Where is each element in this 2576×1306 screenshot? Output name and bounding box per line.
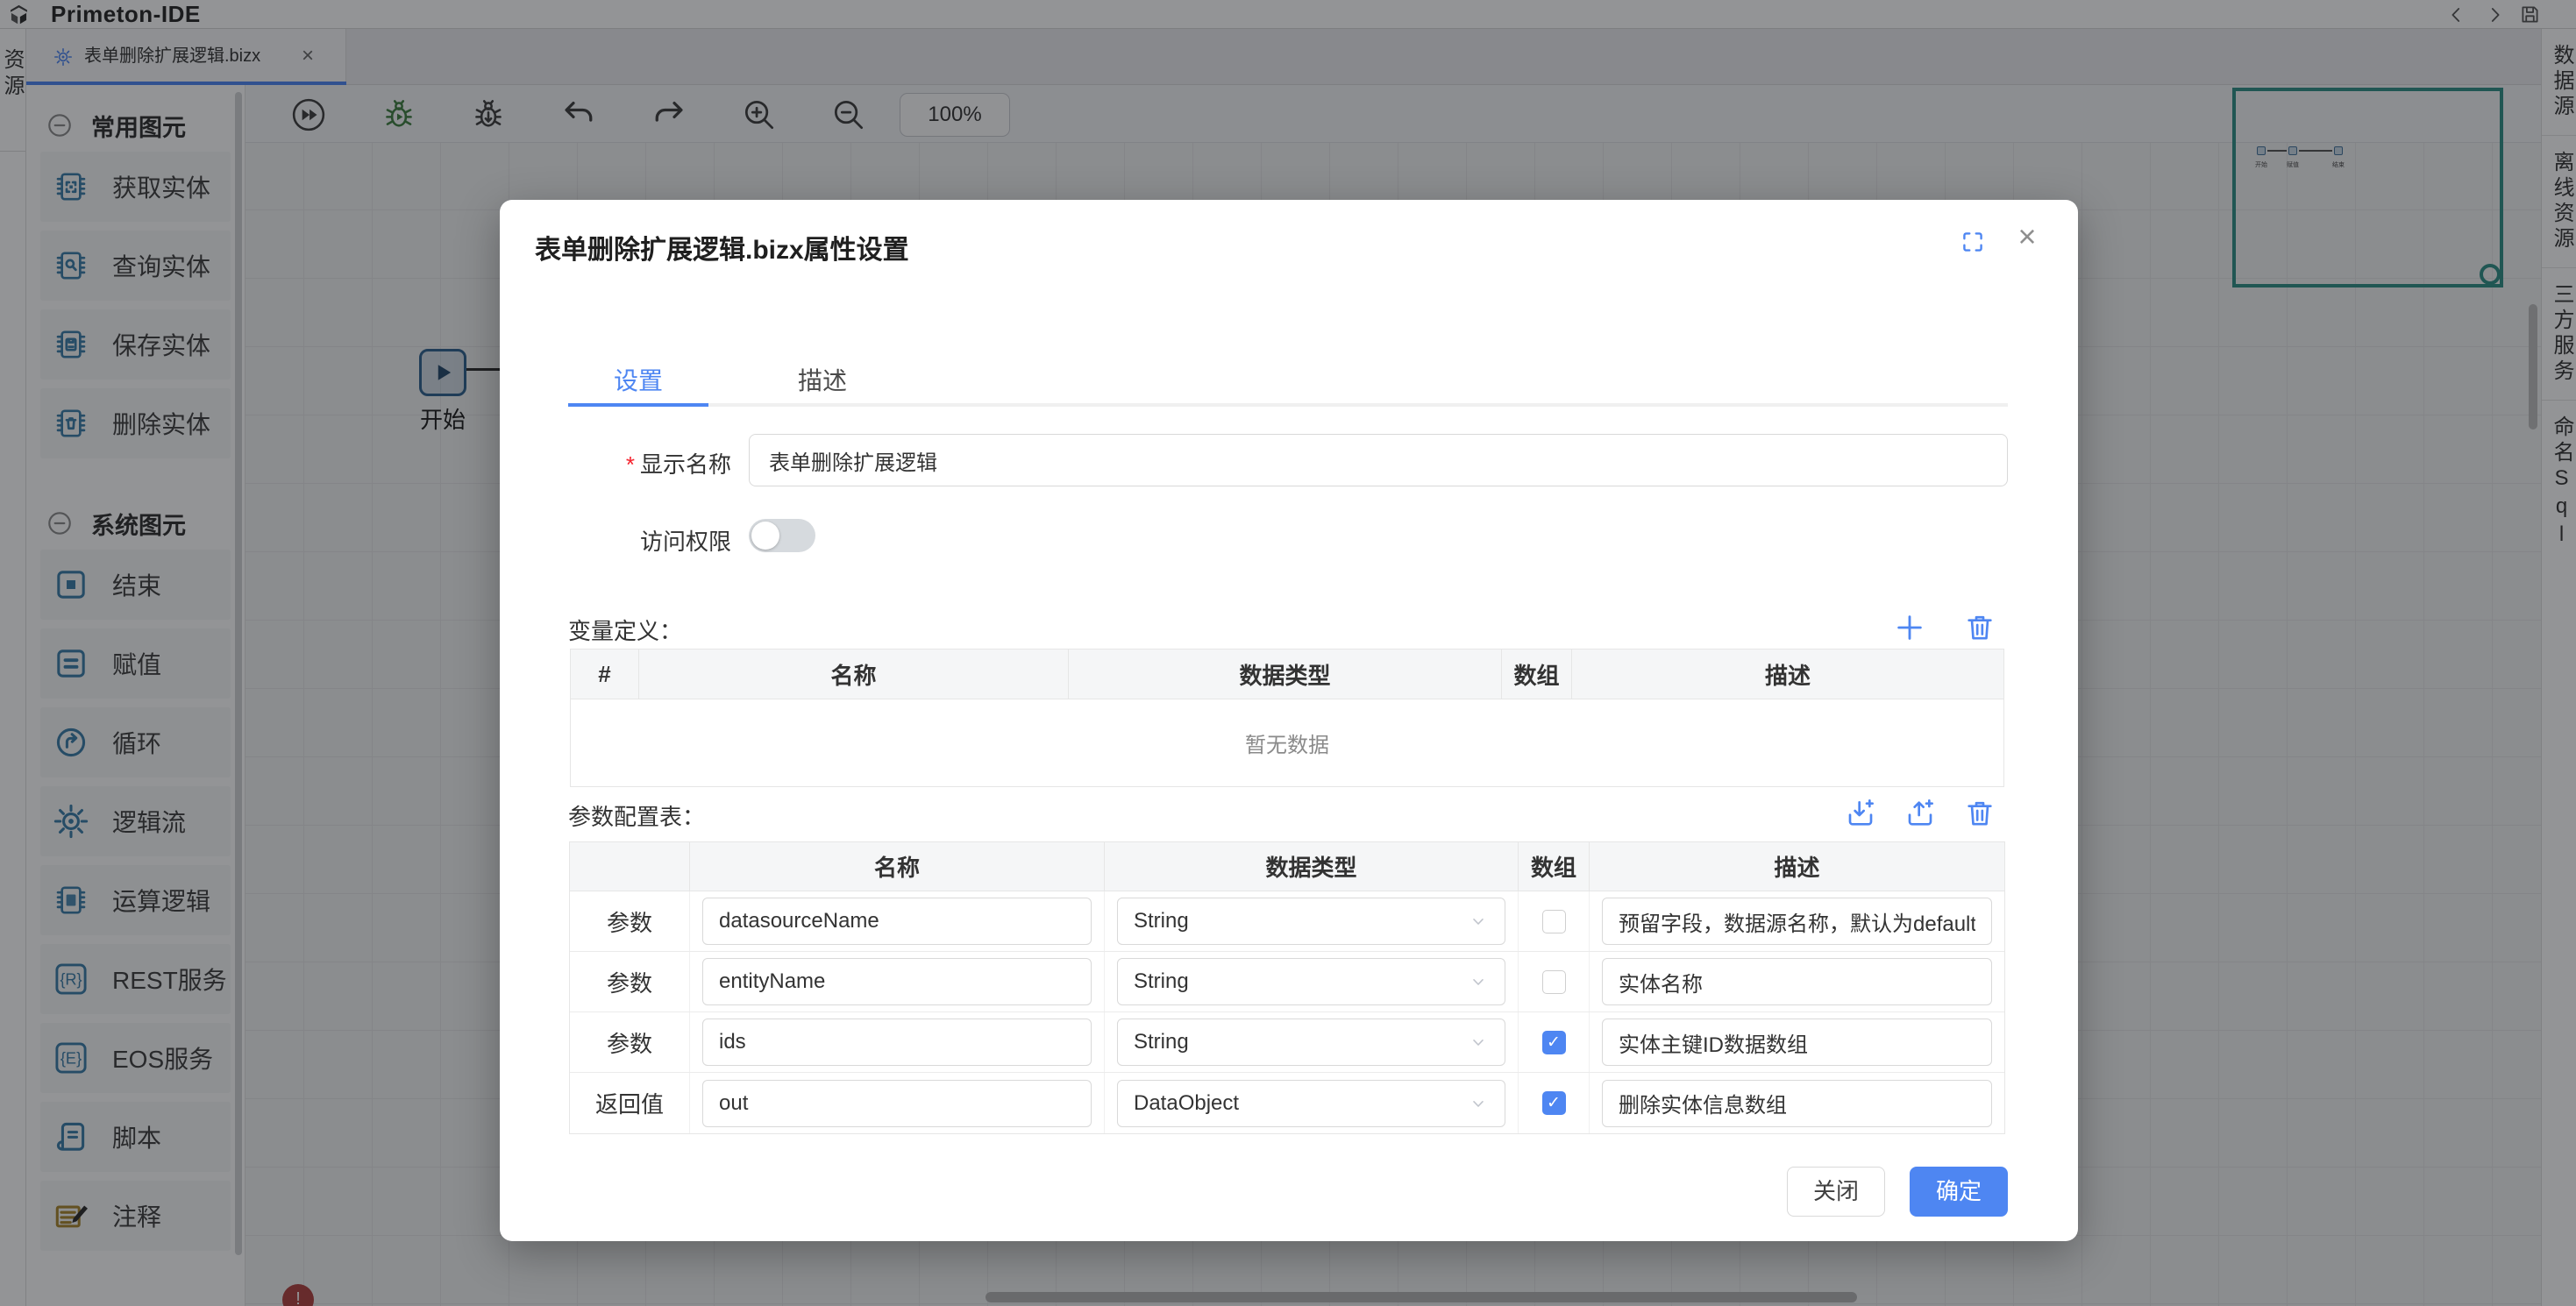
properties-modal: 表单删除扩展逻辑.bizx属性设置 × 设置 描述 *显示名称 访问权限 变量定… [500, 200, 2078, 1241]
param-type-value: String [1134, 909, 1189, 933]
tab-track [568, 403, 2008, 407]
modal-tab-settings[interactable]: 设置 [568, 358, 708, 405]
param-array-checkbox[interactable] [1542, 910, 1566, 933]
variables-section-label: 变量定义： [568, 614, 682, 646]
param-name-input[interactable] [702, 1080, 1092, 1127]
param-type-select[interactable]: String [1117, 958, 1505, 1005]
chevron-down-icon [1468, 971, 1489, 992]
param-desc-input[interactable] [1602, 1080, 1992, 1127]
access-toggle[interactable] [749, 519, 815, 552]
param-array-checkbox[interactable]: ✓ [1542, 1031, 1566, 1054]
add-variable-icon[interactable] [1892, 610, 1927, 645]
access-label: 访问权限 [568, 524, 731, 557]
chevron-down-icon [1468, 911, 1489, 932]
param-kind-label: 返回值 [570, 1073, 690, 1133]
chevron-down-icon [1468, 1093, 1489, 1114]
export-params-icon[interactable] [1903, 796, 1938, 831]
param-type-value: String [1134, 1030, 1189, 1054]
param-type-select[interactable]: DataObject [1117, 1080, 1505, 1127]
modal-tab-description[interactable]: 描述 [752, 358, 893, 405]
param-row: 参数 String [570, 891, 2004, 952]
display-name-input[interactable] [749, 434, 2008, 486]
import-params-icon[interactable] [1843, 796, 1878, 831]
param-type-value: DataObject [1134, 1091, 1239, 1116]
param-desc-input[interactable] [1602, 958, 1992, 1005]
params-header-cell: 数据类型 [1105, 842, 1519, 891]
param-name-input[interactable] [702, 898, 1092, 945]
params-header-cell: 描述 [1590, 842, 2004, 891]
close-button[interactable]: 关闭 [1787, 1167, 1885, 1217]
param-row: 参数 String ✓ [570, 1012, 2004, 1073]
variables-header-cell: 名称 [639, 649, 1069, 699]
param-type-value: String [1134, 969, 1189, 994]
variables-header-cell: 描述 [1572, 649, 2003, 699]
params-table: 名称数据类型数组描述 参数 String 参数 String 参数 String ✓ 返回值 D… [569, 841, 2005, 1134]
param-desc-input[interactable] [1602, 898, 1992, 945]
variables-header-cell: 数组 [1502, 649, 1572, 699]
param-kind-label: 参数 [570, 952, 690, 1011]
delete-param-icon[interactable] [1962, 796, 1997, 831]
param-name-input[interactable] [702, 1019, 1092, 1066]
variables-header-cell: 数据类型 [1069, 649, 1502, 699]
param-type-select[interactable]: String [1117, 1019, 1505, 1066]
param-name-input[interactable] [702, 958, 1092, 1005]
modal-close-icon[interactable]: × [2010, 219, 2045, 254]
variables-header-cell: # [571, 649, 639, 699]
params-header-cell: 数组 [1519, 842, 1590, 891]
chevron-down-icon [1468, 1032, 1489, 1053]
variables-empty-text: 暂无数据 [571, 699, 2003, 786]
params-header-cell [570, 842, 690, 891]
param-type-select[interactable]: String [1117, 898, 1505, 945]
variables-table: #名称数据类型数组描述 暂无数据 [570, 649, 2004, 787]
param-array-checkbox[interactable]: ✓ [1542, 1091, 1566, 1115]
param-desc-input[interactable] [1602, 1019, 1992, 1066]
param-row: 返回值 DataObject ✓ [570, 1073, 2004, 1133]
params-header-cell: 名称 [690, 842, 1105, 891]
param-array-checkbox[interactable] [1542, 970, 1566, 994]
param-kind-label: 参数 [570, 891, 690, 951]
display-name-label: *显示名称 [568, 447, 731, 479]
fullscreen-icon[interactable] [1959, 228, 1987, 256]
params-section-label: 参数配置表： [568, 799, 705, 832]
ok-button[interactable]: 确定 [1910, 1167, 2008, 1217]
param-row: 参数 String [570, 952, 2004, 1012]
tab-active-indicator [568, 403, 708, 407]
param-kind-label: 参数 [570, 1012, 690, 1072]
delete-variable-icon[interactable] [1962, 610, 1997, 645]
modal-title: 表单删除扩展逻辑.bizx属性设置 [535, 228, 909, 266]
